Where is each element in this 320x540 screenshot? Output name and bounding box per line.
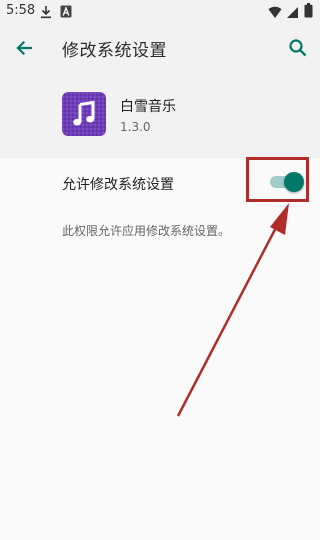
setting-label: 允许修改系统设置: [62, 177, 174, 193]
back-button[interactable]: [8, 32, 40, 64]
setting-row-modify-system-settings[interactable]: 允许修改系统设置: [0, 158, 320, 206]
app-icon: [62, 92, 106, 136]
app-version: 1.3.0: [120, 120, 151, 134]
allow-modify-settings-toggle[interactable]: [268, 172, 304, 192]
app-bar: 修改系统设置: [0, 24, 320, 72]
download-icon: [40, 4, 52, 23]
app-name: 白雪音乐: [120, 99, 176, 115]
arrow-back-icon: [16, 40, 33, 56]
page-title: 修改系统设置: [62, 41, 167, 61]
music-note-icon: [62, 92, 106, 136]
status-time: 5:58: [6, 3, 36, 18]
app-header: 白雪音乐 1.3.0: [0, 72, 320, 158]
wifi-icon: [268, 4, 282, 23]
battery-icon: [304, 3, 313, 22]
search-button[interactable]: [282, 32, 314, 64]
status-bar: 5:58: [0, 0, 320, 24]
toggle-thumb: [284, 172, 304, 192]
signal-icon: [286, 4, 299, 23]
annotation-arrow-head: [270, 203, 289, 235]
search-icon: [289, 39, 307, 57]
setting-description: 此权限允许应用修改系统设置。: [62, 224, 231, 238]
notification-a-icon: [60, 4, 72, 23]
annotation-arrow-shaft: [176, 215, 284, 417]
